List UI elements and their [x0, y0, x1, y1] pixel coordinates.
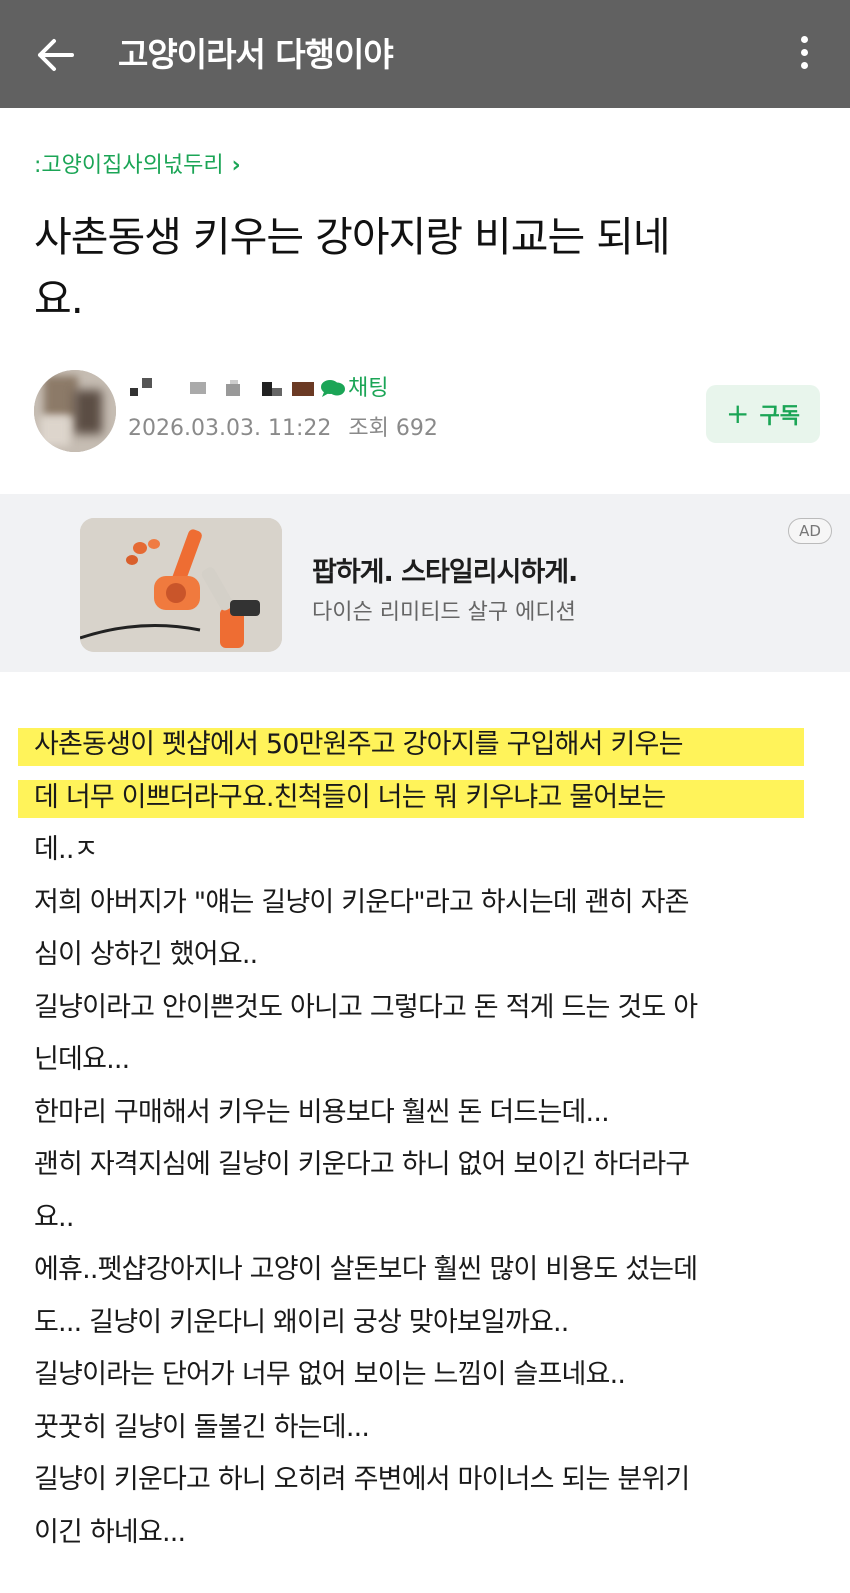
- body-line: 이긴 하네요...: [34, 1516, 186, 1548]
- chat-label: 채팅: [348, 376, 389, 401]
- body-line: 괜히 자격지심에 길냥이 키운다고 하니 없어 보이긴 하더라구: [34, 1149, 690, 1180]
- ad-headline: 팝하게. 스타일리시하게.: [312, 557, 578, 588]
- board-name: :고양이집사의넋두리: [34, 153, 224, 178]
- chat-button[interactable]: 채팅: [320, 374, 388, 404]
- subscribe-label: 구독: [759, 404, 800, 429]
- body-line: 길냥이라는 단어가 너무 없어 보이는 느낌이 슬프네요..: [34, 1359, 626, 1390]
- chat-bubble-icon: [321, 380, 345, 397]
- plus-icon: +: [726, 397, 750, 430]
- body-line: 저희 아버지가 "얘는 길냥이 키운다"라고 하시는데 괜히 자존: [34, 886, 689, 918]
- post-title-line: 사촌동생 키우는 강아지랑 비교는 되네: [34, 213, 671, 261]
- post-title: 사촌동생 키우는 강아지랑 비교는 되네 요.: [34, 206, 814, 330]
- body-line: 데..ㅈ: [34, 834, 98, 865]
- body-line: 길냥이 키운다고 하니 오히려 주변에서 마이너스 되는 분위기: [34, 1464, 690, 1495]
- body-line: 심이 상하긴 했어요..: [34, 939, 258, 970]
- body-line: 도... 길냥이 키운다니 왜이리 궁상 맞아보일까요..: [34, 1306, 569, 1338]
- app-bar: 고양이라서 다행이야: [0, 0, 850, 108]
- body-line: 요..: [34, 1201, 74, 1233]
- ad-subline: 다이슨 리미티드 살구 에디션: [312, 600, 576, 625]
- post-body: 사촌동생이 펫샵에서 50만원주고 강아지를 구입해서 키우는 데 너무 이쁘더…: [34, 719, 824, 1559]
- body-line: 꿋꿋히 길냥이 돌볼긴 하는데...: [34, 1411, 370, 1443]
- body-line: 데 너무 이쁘더라구요.친척들이 너는 뭐 키우냐고 물어보는: [34, 781, 666, 813]
- post-meta: 2026.03.03. 11:22 조회 692: [128, 414, 438, 444]
- post-date: 2026.03.03. 11:22: [128, 416, 332, 441]
- ad-thumbnail: [80, 518, 282, 652]
- body-line: 사촌동생이 펫샵에서 50만원주고 강아지를 구입해서 키우는: [34, 729, 683, 760]
- cafe-title: 고양이라서 다행이야: [118, 35, 394, 74]
- post-title-line: 요.: [34, 275, 84, 323]
- more-vert-icon[interactable]: [794, 36, 814, 76]
- avatar[interactable]: [34, 370, 116, 452]
- ad-badge[interactable]: AD: [788, 518, 832, 544]
- board-link[interactable]: :고양이집사의넋두리 ›: [34, 150, 241, 182]
- body-line: 한마리 구매해서 키우는 비용보다 훨씬 돈 더드는데...: [34, 1096, 610, 1128]
- arrow-left-icon[interactable]: [34, 34, 76, 76]
- post-views: 조회 692: [348, 416, 438, 441]
- ad-banner[interactable]: 팝하게. 스타일리시하게. 다이슨 리미티드 살구 에디션 AD: [0, 494, 850, 672]
- subscribe-button[interactable]: + 구독: [706, 385, 820, 443]
- body-line: 길냥이라고 안이쁜것도 아니고 그렇다고 돈 적게 드는 것도 아: [34, 991, 698, 1023]
- body-line: 에휴..펫샵강아지나 고양이 살돈보다 훨씬 많이 비용도 섰는데: [34, 1254, 698, 1285]
- chevron-right-icon: ›: [231, 153, 241, 178]
- body-line: 닌데요...: [34, 1044, 130, 1075]
